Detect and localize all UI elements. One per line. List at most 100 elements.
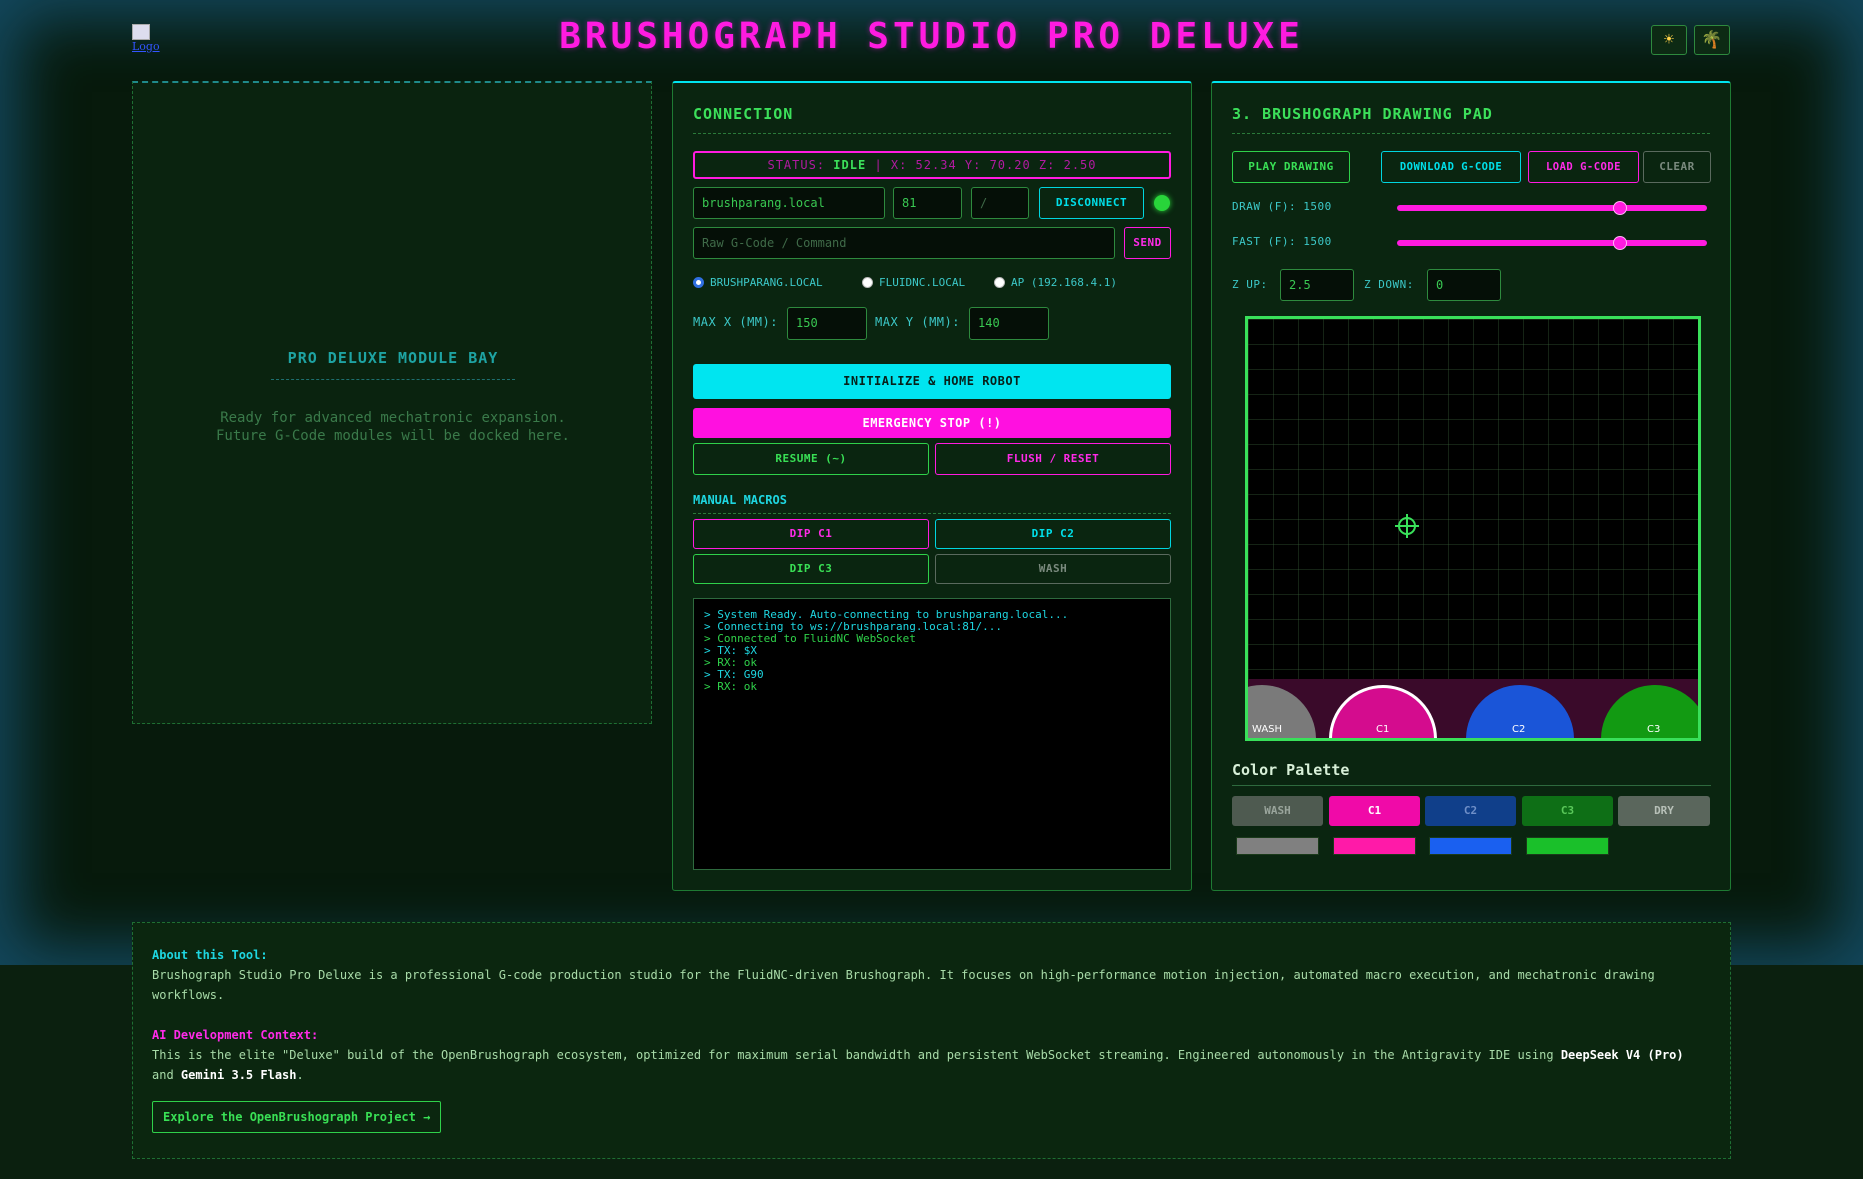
dip-c1-button[interactable]: DIP C1 [693, 519, 929, 549]
divider [271, 379, 515, 380]
slider-thumb[interactable] [1613, 236, 1628, 250]
ai-context-text-part: and [152, 1068, 181, 1082]
max-y-label: MAX Y (MM): [875, 315, 960, 329]
emergency-stop-button[interactable]: EMERGENCY STOP (!) [693, 408, 1171, 438]
host-input[interactable]: brushparang.local [693, 187, 885, 219]
model-name: Gemini 3.5 Flash [180, 1068, 297, 1082]
divider [693, 133, 1171, 134]
divider [1232, 785, 1711, 786]
well-label: WASH [1252, 724, 1283, 735]
divider [1232, 133, 1710, 134]
drawing-canvas[interactable]: WASH C1 C2 C3 [1245, 316, 1701, 741]
draw-speed-slider[interactable] [1397, 201, 1707, 215]
well-label: C1 [1376, 724, 1390, 735]
radio-label: BRUSHPARANG.LOCAL [710, 276, 823, 289]
palette-c2-button[interactable]: C2 [1425, 796, 1516, 826]
paint-tray: WASH C1 C2 C3 [1248, 679, 1698, 738]
send-button[interactable]: SEND [1124, 227, 1171, 259]
connection-panel: CONNECTION STATUS: IDLE | X: 52.34 Y: 70… [672, 81, 1192, 891]
module-bay-title: PRO DELUXE MODULE BAY [287, 349, 499, 367]
console-line: > TX: G90 [704, 668, 764, 681]
fast-speed-label: FAST (F): 1500 [1232, 235, 1332, 248]
clear-button[interactable]: CLEAR [1643, 151, 1711, 183]
slider-track [1397, 240, 1707, 246]
palette-c1-button[interactable]: C1 [1329, 796, 1420, 826]
slider-track [1397, 205, 1707, 211]
z-up-label: Z UP: [1232, 278, 1268, 291]
palette-dry-button[interactable]: DRY [1618, 796, 1710, 826]
console-line: > RX: ok [704, 680, 757, 693]
console-line: > RX: ok [704, 656, 757, 669]
module-bay-description: Ready for advanced mechatronic expansion… [133, 409, 653, 445]
ai-context-text: This is the elite "Deluxe" build of the … [152, 1045, 1711, 1085]
sun-icon: ☀ [1663, 30, 1675, 50]
draw-speed-label: DRAW (F): 1500 [1232, 200, 1332, 213]
radio-checked-icon [693, 277, 704, 288]
module-bay-line-2: Future G-Code modules will be docked her… [215, 428, 570, 444]
about-text: Brushograph Studio Pro Deluxe is a profe… [152, 968, 1655, 1002]
color-palette-title: Color Palette [1232, 761, 1350, 779]
explore-project-link[interactable]: Explore the OpenBrushograph Project → [152, 1101, 442, 1133]
color-swatch[interactable] [1429, 837, 1512, 855]
connection-title: CONNECTION [693, 105, 794, 123]
radio-fluidnc[interactable]: FLUIDNC.LOCAL [862, 276, 965, 289]
about-heading: About this Tool: [152, 948, 268, 962]
max-x-input[interactable]: 150 [787, 307, 867, 340]
radio-brushparang[interactable]: BRUSHPARANG.LOCAL [693, 276, 823, 289]
radio-label: AP (192.168.4.1) [1011, 276, 1117, 289]
color-swatch[interactable] [1333, 837, 1416, 855]
ai-context-text-part: This is the elite "Deluxe" build of the … [152, 1048, 1561, 1062]
about-section: About this Tool: Brushograph Studio Pro … [132, 922, 1731, 1159]
status-coordinates: | X: 52.34 Y: 70.20 Z: 2.50 [874, 158, 1097, 172]
crosshair-icon [1395, 514, 1419, 538]
drawing-pad-panel: 3. BRUSHOGRAPH DRAWING PAD PLAY DRAWING … [1211, 81, 1731, 891]
theme-toggle-button[interactable]: ☀ [1651, 25, 1687, 55]
dip-c2-button[interactable]: DIP C2 [935, 519, 1171, 549]
ai-context-heading: AI Development Context: [152, 1028, 319, 1042]
slider-thumb[interactable] [1613, 201, 1628, 215]
module-bay-line-1: Ready for advanced mechatronic expansion… [220, 410, 566, 426]
connection-status-indicator [1154, 195, 1170, 211]
radio-ap[interactable]: AP (192.168.4.1) [994, 276, 1117, 289]
palette-c3-button[interactable]: C3 [1522, 796, 1613, 826]
initialize-home-button[interactable]: INITIALIZE & HOME ROBOT [693, 364, 1171, 399]
flush-reset-button[interactable]: FLUSH / RESET [935, 443, 1171, 475]
color-swatch[interactable] [1526, 837, 1609, 855]
radio-unchecked-icon [994, 277, 1005, 288]
resume-button[interactable]: RESUME (~) [693, 443, 929, 475]
model-name: DeepSeek V4 (Pro) [1560, 1048, 1684, 1062]
palm-theme-button[interactable]: 🌴 [1694, 25, 1730, 55]
max-y-input[interactable]: 140 [969, 307, 1049, 340]
radio-label: FLUIDNC.LOCAL [879, 276, 966, 289]
divider [693, 513, 1171, 514]
palette-wash-button[interactable]: WASH [1232, 796, 1323, 826]
max-x-label: MAX X (MM): [693, 315, 778, 329]
well-label: C2 [1512, 724, 1526, 735]
color-swatch[interactable] [1236, 837, 1319, 855]
status-label: STATUS: [767, 158, 826, 172]
raw-command-input[interactable]: Raw G-Code / Command [693, 227, 1115, 259]
module-bay-panel: PRO DELUXE MODULE BAY Ready for advanced… [132, 81, 652, 724]
status-value: IDLE [833, 158, 867, 172]
console-line: > TX: $X [704, 644, 757, 657]
z-down-label: Z DOWN: [1364, 278, 1414, 291]
disconnect-button[interactable]: DISCONNECT [1039, 187, 1144, 219]
load-gcode-button[interactable]: LOAD G-CODE [1528, 151, 1639, 183]
canvas-grid [1248, 319, 1698, 679]
path-input[interactable]: / [971, 187, 1029, 219]
z-down-input[interactable]: 0 [1427, 269, 1501, 301]
status-bar: STATUS: IDLE | X: 52.34 Y: 70.20 Z: 2.50 [693, 151, 1171, 179]
well-label: C3 [1647, 724, 1661, 735]
z-up-input[interactable]: 2.5 [1280, 269, 1354, 301]
console-log[interactable]: > System Ready. Auto-connecting to brush… [693, 598, 1171, 870]
port-input[interactable]: 81 [893, 187, 962, 219]
app-header: Logo BRUSHOGRAPH STUDIO PRO DELUXE ☀ 🌴 [0, 0, 1863, 80]
dip-c3-button[interactable]: DIP C3 [693, 554, 929, 584]
play-drawing-button[interactable]: PLAY DRAWING [1232, 151, 1350, 183]
console-line: > Connected to FluidNC WebSocket [704, 632, 916, 645]
fast-speed-slider[interactable] [1397, 236, 1707, 250]
palm-tree-icon: 🌴 [1701, 30, 1723, 50]
ai-context-text-part: . [296, 1068, 304, 1082]
download-gcode-button[interactable]: DOWNLOAD G-CODE [1381, 151, 1521, 183]
wash-button[interactable]: WASH [935, 554, 1171, 584]
